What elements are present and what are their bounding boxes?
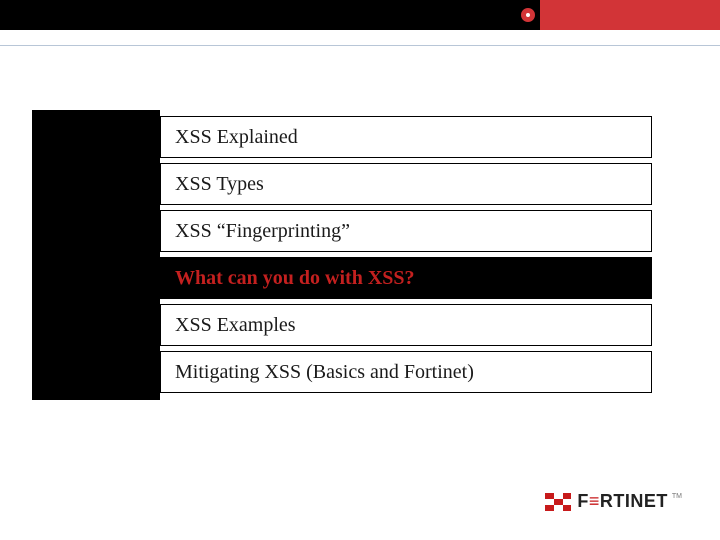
agenda-item-active: What can you do with XSS? [160,257,652,299]
agenda-item: Mitigating XSS (Basics and Fortinet) [160,351,652,393]
agenda-item-label: What can you do with XSS? [175,267,415,290]
fortinet-logo-text: F≡RTINET [577,491,668,512]
agenda-side-panel [32,110,160,400]
brand-prefix: F [577,491,589,511]
header-dot-icon [521,8,535,22]
agenda-item: XSS Explained [160,116,652,158]
agenda-item: XSS “Fingerprinting” [160,210,652,252]
agenda-block: XSS Explained XSS Types XSS “Fingerprint… [32,110,652,400]
agenda-item-label: XSS Types [175,173,264,196]
agenda-item: XSS Types [160,163,652,205]
brand-accent-icon: ≡ [589,491,600,511]
header-red-stripe [540,0,720,30]
agenda-item-label: XSS “Fingerprinting” [175,220,350,243]
agenda-item-label: XSS Examples [175,314,296,337]
agenda-item: XSS Examples [160,304,652,346]
brand-suffix: RTINET [600,491,668,511]
header-bar [0,0,720,30]
header-dot-wrap [513,0,543,30]
footer-logo: F≡RTINET TM [545,491,682,512]
agenda-item-label: XSS Explained [175,126,298,149]
agenda-item-label: Mitigating XSS (Basics and Fortinet) [175,361,474,384]
agenda-items-list: XSS Explained XSS Types XSS “Fingerprint… [160,110,652,400]
header-underline [0,45,720,46]
trademark-label: TM [672,493,682,500]
fortinet-logo-icon [545,493,571,511]
